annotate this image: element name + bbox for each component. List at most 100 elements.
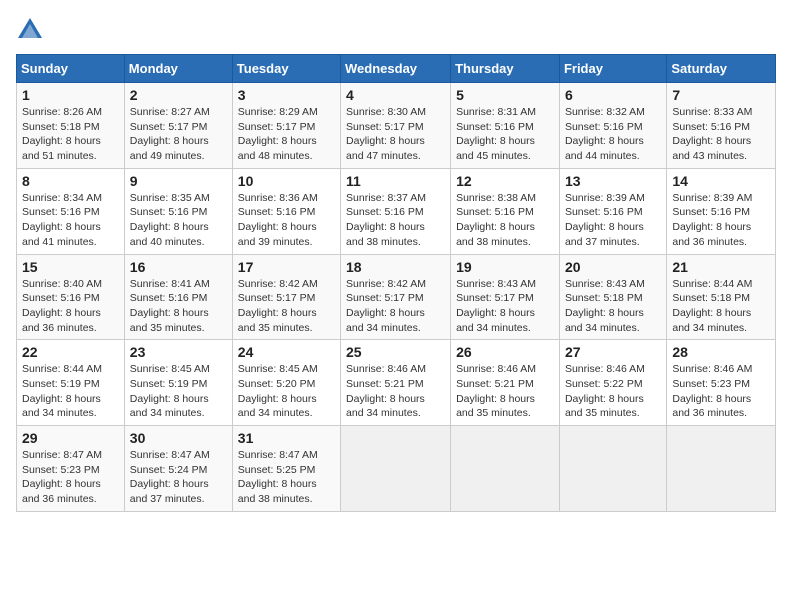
day-number: 9 xyxy=(130,173,227,189)
calendar-cell: 20 Sunrise: 8:43 AM Sunset: 5:18 PM Dayl… xyxy=(559,254,666,340)
week-row-5: 29 Sunrise: 8:47 AM Sunset: 5:23 PM Dayl… xyxy=(17,426,776,512)
day-number: 16 xyxy=(130,259,227,275)
calendar-cell: 23 Sunrise: 8:45 AM Sunset: 5:19 PM Dayl… xyxy=(124,340,232,426)
day-info: Sunrise: 8:44 AM Sunset: 5:18 PM Dayligh… xyxy=(672,277,770,336)
calendar-cell xyxy=(667,426,776,512)
day-info: Sunrise: 8:43 AM Sunset: 5:17 PM Dayligh… xyxy=(456,277,554,336)
day-number: 4 xyxy=(346,87,445,103)
day-number: 14 xyxy=(672,173,770,189)
day-info: Sunrise: 8:39 AM Sunset: 5:16 PM Dayligh… xyxy=(672,191,770,250)
day-number: 2 xyxy=(130,87,227,103)
day-number: 30 xyxy=(130,430,227,446)
calendar-cell: 24 Sunrise: 8:45 AM Sunset: 5:20 PM Dayl… xyxy=(232,340,340,426)
calendar-cell: 8 Sunrise: 8:34 AM Sunset: 5:16 PM Dayli… xyxy=(17,168,125,254)
day-info: Sunrise: 8:42 AM Sunset: 5:17 PM Dayligh… xyxy=(238,277,335,336)
day-info: Sunrise: 8:40 AM Sunset: 5:16 PM Dayligh… xyxy=(22,277,119,336)
logo xyxy=(16,16,48,44)
calendar-cell: 14 Sunrise: 8:39 AM Sunset: 5:16 PM Dayl… xyxy=(667,168,776,254)
day-number: 28 xyxy=(672,344,770,360)
calendar-cell: 25 Sunrise: 8:46 AM Sunset: 5:21 PM Dayl… xyxy=(341,340,451,426)
day-number: 13 xyxy=(565,173,661,189)
day-info: Sunrise: 8:27 AM Sunset: 5:17 PM Dayligh… xyxy=(130,105,227,164)
calendar-cell: 28 Sunrise: 8:46 AM Sunset: 5:23 PM Dayl… xyxy=(667,340,776,426)
weekday-header-sunday: Sunday xyxy=(17,55,125,83)
day-number: 23 xyxy=(130,344,227,360)
calendar-cell xyxy=(341,426,451,512)
day-info: Sunrise: 8:46 AM Sunset: 5:21 PM Dayligh… xyxy=(346,362,445,421)
day-number: 25 xyxy=(346,344,445,360)
day-number: 17 xyxy=(238,259,335,275)
weekday-header-thursday: Thursday xyxy=(451,55,560,83)
day-number: 8 xyxy=(22,173,119,189)
day-info: Sunrise: 8:32 AM Sunset: 5:16 PM Dayligh… xyxy=(565,105,661,164)
page-header xyxy=(16,16,776,44)
day-info: Sunrise: 8:47 AM Sunset: 5:24 PM Dayligh… xyxy=(130,448,227,507)
calendar-cell: 30 Sunrise: 8:47 AM Sunset: 5:24 PM Dayl… xyxy=(124,426,232,512)
logo-icon xyxy=(16,16,44,44)
calendar-cell: 11 Sunrise: 8:37 AM Sunset: 5:16 PM Dayl… xyxy=(341,168,451,254)
calendar-cell: 12 Sunrise: 8:38 AM Sunset: 5:16 PM Dayl… xyxy=(451,168,560,254)
day-number: 18 xyxy=(346,259,445,275)
calendar-cell: 3 Sunrise: 8:29 AM Sunset: 5:17 PM Dayli… xyxy=(232,83,340,169)
day-info: Sunrise: 8:33 AM Sunset: 5:16 PM Dayligh… xyxy=(672,105,770,164)
day-number: 31 xyxy=(238,430,335,446)
calendar-cell xyxy=(451,426,560,512)
calendar-cell: 7 Sunrise: 8:33 AM Sunset: 5:16 PM Dayli… xyxy=(667,83,776,169)
day-info: Sunrise: 8:46 AM Sunset: 5:22 PM Dayligh… xyxy=(565,362,661,421)
calendar-cell: 19 Sunrise: 8:43 AM Sunset: 5:17 PM Dayl… xyxy=(451,254,560,340)
calendar-cell: 26 Sunrise: 8:46 AM Sunset: 5:21 PM Dayl… xyxy=(451,340,560,426)
day-info: Sunrise: 8:43 AM Sunset: 5:18 PM Dayligh… xyxy=(565,277,661,336)
calendar-cell: 17 Sunrise: 8:42 AM Sunset: 5:17 PM Dayl… xyxy=(232,254,340,340)
day-number: 19 xyxy=(456,259,554,275)
calendar-cell: 22 Sunrise: 8:44 AM Sunset: 5:19 PM Dayl… xyxy=(17,340,125,426)
week-row-3: 15 Sunrise: 8:40 AM Sunset: 5:16 PM Dayl… xyxy=(17,254,776,340)
day-info: Sunrise: 8:44 AM Sunset: 5:19 PM Dayligh… xyxy=(22,362,119,421)
calendar-cell: 9 Sunrise: 8:35 AM Sunset: 5:16 PM Dayli… xyxy=(124,168,232,254)
weekday-header-row: SundayMondayTuesdayWednesdayThursdayFrid… xyxy=(17,55,776,83)
day-number: 12 xyxy=(456,173,554,189)
day-info: Sunrise: 8:47 AM Sunset: 5:25 PM Dayligh… xyxy=(238,448,335,507)
week-row-1: 1 Sunrise: 8:26 AM Sunset: 5:18 PM Dayli… xyxy=(17,83,776,169)
day-number: 10 xyxy=(238,173,335,189)
day-number: 20 xyxy=(565,259,661,275)
calendar-table: SundayMondayTuesdayWednesdayThursdayFrid… xyxy=(16,54,776,512)
day-number: 26 xyxy=(456,344,554,360)
weekday-header-monday: Monday xyxy=(124,55,232,83)
calendar-cell: 31 Sunrise: 8:47 AM Sunset: 5:25 PM Dayl… xyxy=(232,426,340,512)
day-number: 7 xyxy=(672,87,770,103)
week-row-4: 22 Sunrise: 8:44 AM Sunset: 5:19 PM Dayl… xyxy=(17,340,776,426)
calendar-cell xyxy=(559,426,666,512)
day-number: 24 xyxy=(238,344,335,360)
day-info: Sunrise: 8:41 AM Sunset: 5:16 PM Dayligh… xyxy=(130,277,227,336)
calendar-cell: 27 Sunrise: 8:46 AM Sunset: 5:22 PM Dayl… xyxy=(559,340,666,426)
weekday-header-saturday: Saturday xyxy=(667,55,776,83)
calendar-cell: 13 Sunrise: 8:39 AM Sunset: 5:16 PM Dayl… xyxy=(559,168,666,254)
day-number: 22 xyxy=(22,344,119,360)
weekday-header-wednesday: Wednesday xyxy=(341,55,451,83)
day-info: Sunrise: 8:26 AM Sunset: 5:18 PM Dayligh… xyxy=(22,105,119,164)
day-number: 21 xyxy=(672,259,770,275)
day-info: Sunrise: 8:42 AM Sunset: 5:17 PM Dayligh… xyxy=(346,277,445,336)
calendar-cell: 29 Sunrise: 8:47 AM Sunset: 5:23 PM Dayl… xyxy=(17,426,125,512)
day-info: Sunrise: 8:34 AM Sunset: 5:16 PM Dayligh… xyxy=(22,191,119,250)
day-info: Sunrise: 8:31 AM Sunset: 5:16 PM Dayligh… xyxy=(456,105,554,164)
calendar-cell: 1 Sunrise: 8:26 AM Sunset: 5:18 PM Dayli… xyxy=(17,83,125,169)
weekday-header-tuesday: Tuesday xyxy=(232,55,340,83)
day-number: 5 xyxy=(456,87,554,103)
day-number: 6 xyxy=(565,87,661,103)
day-number: 27 xyxy=(565,344,661,360)
weekday-header-friday: Friday xyxy=(559,55,666,83)
day-info: Sunrise: 8:47 AM Sunset: 5:23 PM Dayligh… xyxy=(22,448,119,507)
calendar-cell: 6 Sunrise: 8:32 AM Sunset: 5:16 PM Dayli… xyxy=(559,83,666,169)
day-info: Sunrise: 8:30 AM Sunset: 5:17 PM Dayligh… xyxy=(346,105,445,164)
day-info: Sunrise: 8:46 AM Sunset: 5:21 PM Dayligh… xyxy=(456,362,554,421)
day-info: Sunrise: 8:35 AM Sunset: 5:16 PM Dayligh… xyxy=(130,191,227,250)
day-number: 11 xyxy=(346,173,445,189)
day-number: 29 xyxy=(22,430,119,446)
calendar-cell: 16 Sunrise: 8:41 AM Sunset: 5:16 PM Dayl… xyxy=(124,254,232,340)
day-info: Sunrise: 8:29 AM Sunset: 5:17 PM Dayligh… xyxy=(238,105,335,164)
day-info: Sunrise: 8:46 AM Sunset: 5:23 PM Dayligh… xyxy=(672,362,770,421)
calendar-cell: 5 Sunrise: 8:31 AM Sunset: 5:16 PM Dayli… xyxy=(451,83,560,169)
calendar-cell: 4 Sunrise: 8:30 AM Sunset: 5:17 PM Dayli… xyxy=(341,83,451,169)
day-number: 3 xyxy=(238,87,335,103)
